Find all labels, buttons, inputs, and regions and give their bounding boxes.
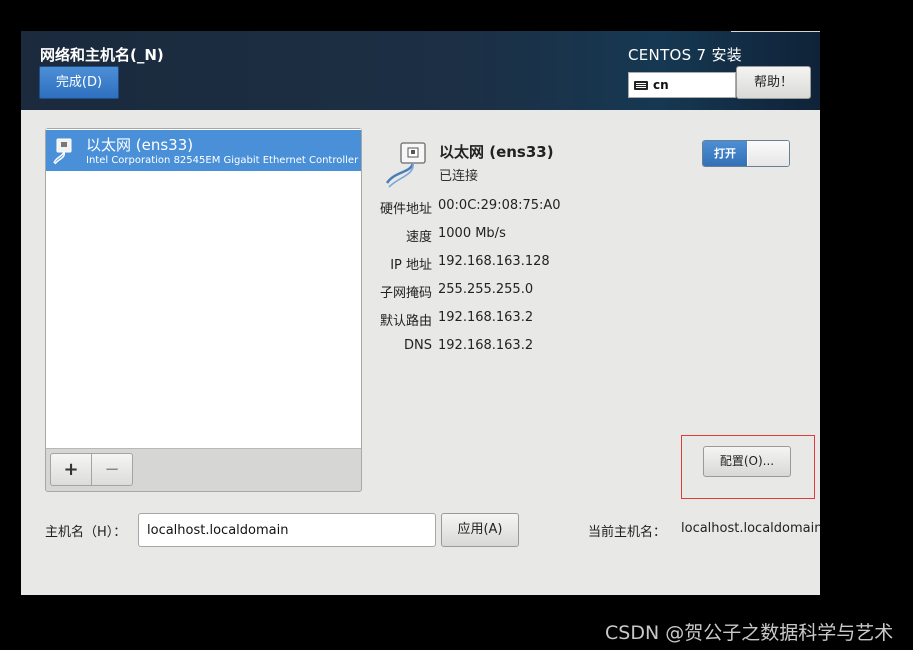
- property-label: IP 地址: [390, 258, 432, 273]
- property-label: DNS: [404, 338, 432, 353]
- header-bar: 网络和主机名(_N) 完成(D) CENTOS 7 安装 cn 帮助！: [21, 31, 820, 110]
- configure-button[interactable]: 配置(O)...: [703, 446, 791, 477]
- hostname-label: 主机名（H）：: [45, 525, 127, 540]
- ethernet-icon: [53, 138, 72, 165]
- apply-hostname-button[interactable]: 应用(A): [441, 513, 519, 547]
- done-button[interactable]: 完成(D): [39, 66, 119, 99]
- property-value: 192.168.163.128: [438, 254, 550, 269]
- help-button[interactable]: 帮助！: [736, 66, 811, 99]
- hostname-input[interactable]: [138, 513, 436, 547]
- connection-item-description: Intel Corporation 82545EM Gigabit Ethern…: [86, 155, 361, 166]
- connection-item-name: 以太网 (ens33): [86, 136, 194, 154]
- ethernet-icon: [385, 142, 426, 188]
- property-value: 255.255.255.0: [438, 282, 534, 297]
- remove-connection-button[interactable]: −: [91, 453, 133, 486]
- header-edge-line: [731, 31, 820, 32]
- toggle-on-label: 打开: [703, 141, 747, 166]
- keyboard-layout-indicator[interactable]: cn: [628, 72, 736, 98]
- detail-connection-status: 已连接: [439, 169, 479, 184]
- property-value: 00:0C:29:08:75:A0: [438, 198, 561, 213]
- connection-item-ens33[interactable]: 以太网 (ens33) Intel Corporation 82545EM Gi…: [46, 130, 361, 171]
- connection-list: 以太网 (ens33) Intel Corporation 82545EM Gi…: [46, 129, 361, 449]
- detail-connection-name: 以太网 (ens33): [439, 143, 554, 161]
- property-label: 速度: [405, 230, 432, 245]
- watermark-text: CSDN @贺公子之数据科学与艺术: [605, 622, 894, 644]
- install-title: CENTOS 7 安装: [628, 46, 743, 64]
- current-hostname-label: 当前主机名：: [588, 525, 667, 540]
- page-title: 网络和主机名(_N): [40, 46, 164, 64]
- property-label: 硬件地址: [379, 202, 432, 217]
- property-value: 1000 Mb/s: [438, 226, 506, 241]
- current-hostname-value: localhost.localdomain: [681, 521, 820, 536]
- keyboard-layout-label: cn: [653, 78, 669, 92]
- property-label: 子网掩码: [379, 286, 432, 301]
- toggle-knob[interactable]: [748, 141, 789, 166]
- property-value: 192.168.163.2: [438, 338, 534, 353]
- connection-toggle[interactable]: 打开: [702, 140, 790, 167]
- installer-window: 网络和主机名(_N) 完成(D) CENTOS 7 安装 cn 帮助！ 以太网 …: [21, 31, 820, 595]
- property-value: 192.168.163.2: [438, 310, 534, 325]
- connection-list-panel: 以太网 (ens33) Intel Corporation 82545EM Gi…: [45, 128, 362, 492]
- property-label: 默认路由: [379, 314, 432, 329]
- keyboard-icon: [634, 81, 648, 90]
- add-connection-button[interactable]: +: [50, 453, 92, 486]
